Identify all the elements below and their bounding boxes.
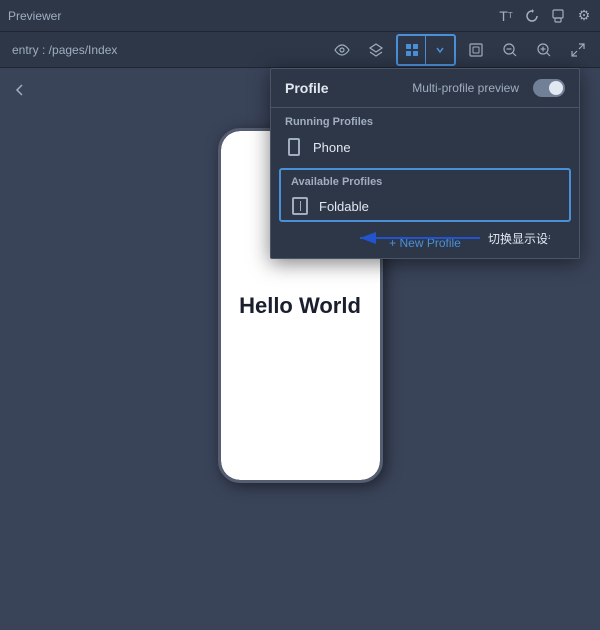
rotate-icon[interactable]	[524, 8, 540, 24]
grid-button[interactable]	[398, 36, 426, 64]
dropdown-title: Profile	[285, 80, 329, 96]
hello-world-text: Hello World	[239, 293, 361, 319]
phone-profile-item[interactable]: Phone	[271, 132, 579, 162]
settings-icon[interactable]: ⚙	[576, 8, 592, 24]
titlebar: Previewer TT ⚙	[0, 0, 600, 32]
available-profiles-section: Available Profiles Foldable	[279, 168, 571, 222]
foldable-device-icon	[291, 197, 309, 215]
expand-button[interactable]	[564, 36, 592, 64]
running-profiles-section: Running Profiles Phone	[271, 108, 579, 162]
new-profile-link[interactable]: + New Profile	[271, 228, 579, 258]
multi-profile-toggle[interactable]	[533, 79, 565, 97]
layers-button[interactable]	[362, 36, 390, 64]
zoom-in-button[interactable]	[530, 36, 558, 64]
font-size-icon[interactable]: TT	[498, 8, 514, 24]
dropdown-arrow-button[interactable]	[426, 36, 454, 64]
grid-toggle-group	[396, 34, 456, 66]
breadcrumb: entry : /pages/Index	[12, 43, 117, 57]
phone-device-icon	[285, 138, 303, 156]
toolbar: entry : /pages/Index	[0, 32, 600, 68]
zoom-out-button[interactable]	[496, 36, 524, 64]
dropdown-header: Profile Multi-profile preview	[271, 69, 579, 108]
app-title: Previewer	[8, 9, 61, 23]
running-section-label: Running Profiles	[271, 108, 579, 132]
toolbar-buttons	[328, 34, 592, 66]
foldable-profile-label: Foldable	[319, 199, 369, 214]
titlebar-actions: TT ⚙	[498, 8, 592, 24]
foldable-profile-item[interactable]: Foldable	[281, 192, 569, 220]
phone-profile-label: Phone	[313, 140, 351, 155]
available-section-label: Available Profiles	[281, 170, 569, 192]
profile-dropdown: Profile Multi-profile preview Running Pr…	[270, 68, 580, 259]
multi-profile-label: Multi-profile preview	[412, 81, 519, 95]
main-area: Profile Multi-profile preview Running Pr…	[0, 68, 600, 630]
multi-profile-section: Multi-profile preview	[412, 79, 565, 97]
device-orientation-icon[interactable]	[550, 8, 566, 24]
back-arrow-button[interactable]	[8, 78, 32, 102]
eye-button[interactable]	[328, 36, 356, 64]
fit-button[interactable]	[462, 36, 490, 64]
